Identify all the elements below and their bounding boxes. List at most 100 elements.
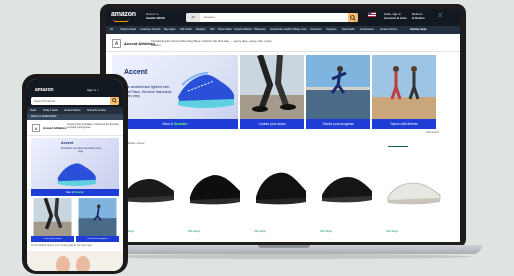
amazon-logo[interactable]: amazon (111, 11, 136, 18)
phone-brand-tagline: Accent's New & Notable. Introduces the f… (67, 123, 119, 129)
product-card[interactable]: 150 ratings (250, 147, 312, 237)
nav-item[interactable]: Livestreams (360, 26, 374, 34)
laptop-notch (258, 245, 310, 248)
nav-promo[interactable]: Holiday deals (410, 26, 427, 34)
phone-header: amazon Sign in > Search Amazon (27, 79, 123, 107)
account-menu[interactable]: Hello, sign in Account & Lists (384, 12, 407, 20)
nav-item[interactable]: Coupons (326, 26, 336, 34)
nav-item[interactable]: Today's Deals (120, 26, 136, 34)
phone-nav-item[interactable]: Today's Deals (43, 107, 58, 114)
black-sneaker-image (256, 172, 306, 205)
laptop-shadow (96, 254, 472, 259)
language-flag-icon[interactable] (368, 12, 376, 18)
brand-logo-icon[interactable]: A (32, 124, 40, 132)
nav-item[interactable]: Household, Health & Baby Care (270, 26, 307, 34)
nav-item[interactable]: Sell (210, 26, 214, 34)
nav-item[interactable]: Pharmacy (254, 26, 266, 34)
phone-search-input[interactable]: Search Amazon (34, 97, 55, 105)
phone-feature-tile[interactable]: Tracks your progress (76, 198, 119, 242)
sponsored-label: Sponsored (426, 131, 439, 134)
phone-nav-item[interactable]: Deals (30, 107, 36, 114)
search-button[interactable] (348, 13, 358, 22)
runner-bridge-image (306, 55, 370, 119)
nav-item[interactable]: Handmade (342, 26, 355, 34)
nav-item[interactable]: Prime Video (218, 26, 232, 34)
nav-item[interactable]: Gift Cards (180, 26, 192, 34)
orders-link[interactable]: Returns & Orders (412, 12, 425, 20)
phone-signin-link[interactable]: Sign in > (87, 88, 99, 92)
running-shoe-image (178, 72, 234, 108)
nav-item[interactable]: Buy Again (164, 26, 176, 34)
tile-caption: Syncs with friends (372, 119, 436, 129)
running-shoe-image (57, 163, 96, 186)
nav-item[interactable]: Amazon Home (380, 26, 397, 34)
deliver-line2: Seattle 98119 (146, 16, 165, 20)
runner-bridge-image (78, 198, 117, 236)
nav-bar: All Today's Deals Customer Service Buy A… (106, 26, 460, 34)
runner-legs-image (33, 198, 72, 236)
feature-tile-steps[interactable]: Counts your steps (240, 55, 304, 129)
search-scope-select[interactable]: All (186, 13, 200, 22)
deliver-to[interactable]: Deliver to Seattle 98119 (146, 12, 165, 20)
amazon-smile-icon (113, 19, 129, 22)
phone-brand-name[interactable]: Accent Athletics (43, 126, 66, 130)
white-sneaker-image (387, 182, 441, 205)
black-sneaker-image (190, 175, 240, 205)
tile-caption: Tracks your progress (306, 119, 370, 129)
phone-hero-banner[interactable]: Accent First Place, the shoe that tracks… (31, 138, 119, 196)
phone-nav-bar: Deals Today's Deals Amazon Basics Subscr… (27, 107, 123, 114)
phone-hero-sub: First Place, the shoe that tracks every … (61, 147, 101, 153)
product-card[interactable]: 150 ratings (382, 147, 444, 237)
amazon-header: amazon Deliver to Seattle 98119 All amaz… (106, 9, 460, 26)
feature-tile-progress[interactable]: Tracks your progress (306, 55, 370, 129)
brand-store-bar: A Accent Athletics Introducing the Accen… (106, 36, 460, 52)
nav-item[interactable]: Customer Service (140, 26, 161, 34)
black-sneaker-image (124, 179, 174, 203)
phone-tile-caption: Counts your steps (31, 236, 74, 242)
phone-nav-item[interactable]: Amazon Basics (64, 107, 80, 114)
phone-hero-caption: New & Smarter (31, 189, 119, 196)
tile-caption: Counts your steps (240, 119, 304, 129)
phone-feature-tile[interactable]: Counts your steps (31, 198, 74, 242)
product-rating: 150 ratings (320, 230, 332, 233)
phone-nav-item[interactable]: Subscribe & Save (87, 107, 106, 114)
nav-item[interactable]: Amazon Basics (234, 26, 252, 34)
hero-subline: Our smartest and lightest ever. First Pl… (124, 85, 172, 98)
device-mockup-scene: amazon Deliver to Seattle 98119 All amaz… (0, 0, 514, 276)
hero-product-label: Accent (124, 69, 148, 76)
cart-button[interactable]: 🛒 (438, 12, 443, 17)
nav-item[interactable]: Registry (196, 26, 206, 34)
phone-bottom-image (27, 251, 123, 271)
runners-friends-image (372, 55, 436, 119)
feature-tile-friends[interactable]: Syncs with friends (372, 55, 436, 129)
search-bar[interactable]: All amazon (186, 13, 358, 22)
account-line2: Account & Lists (384, 16, 407, 20)
phone-brand-bar: A Accent Athletics Accent's New & Notabl… (27, 121, 123, 136)
product-card[interactable]: 150 ratings (184, 147, 246, 237)
nav-item-all[interactable]: All (110, 26, 113, 34)
phone-footer-text: Accent Athletic shoes, your running part… (31, 244, 93, 247)
laptop-screen: amazon Deliver to Seattle 98119 All amaz… (106, 9, 460, 242)
hero-caption-prefix: New & (162, 122, 174, 126)
phone-hero-label: Accent (61, 141, 73, 145)
brand-logo-icon[interactable]: A (112, 39, 121, 48)
hero-banner[interactable]: Accent Our smartest and lightest ever. F… (112, 55, 238, 129)
product-rating: 150 ratings (188, 230, 200, 233)
phone-deliver-bar[interactable]: Deliver to Seattle 98119 (27, 114, 123, 120)
runner-legs-image (240, 55, 304, 119)
phone-hero-caption-highlight: Smarter (74, 191, 85, 194)
product-card[interactable]: 150 ratings (316, 147, 378, 237)
search-icon (350, 14, 356, 21)
cart-icon: 🛒 (438, 12, 443, 17)
product-rating: 150 ratings (254, 230, 266, 233)
product-rating: 150 ratings (386, 230, 398, 233)
brand-tagline: Introducing the Accent Running Shoe: bui… (151, 39, 272, 47)
search-input[interactable]: amazon (204, 13, 215, 22)
feet-image (27, 251, 123, 271)
phone-screen: amazon Sign in > Search Amazon Deals Tod… (27, 79, 123, 271)
nav-item[interactable]: Groceries (310, 26, 321, 34)
phone-search-bar[interactable]: Search Amazon (31, 97, 119, 105)
phone-search-button[interactable] (110, 97, 119, 105)
hero-caption-highlight: Smarter (174, 122, 188, 126)
phone-amazon-logo[interactable]: amazon (35, 87, 54, 93)
